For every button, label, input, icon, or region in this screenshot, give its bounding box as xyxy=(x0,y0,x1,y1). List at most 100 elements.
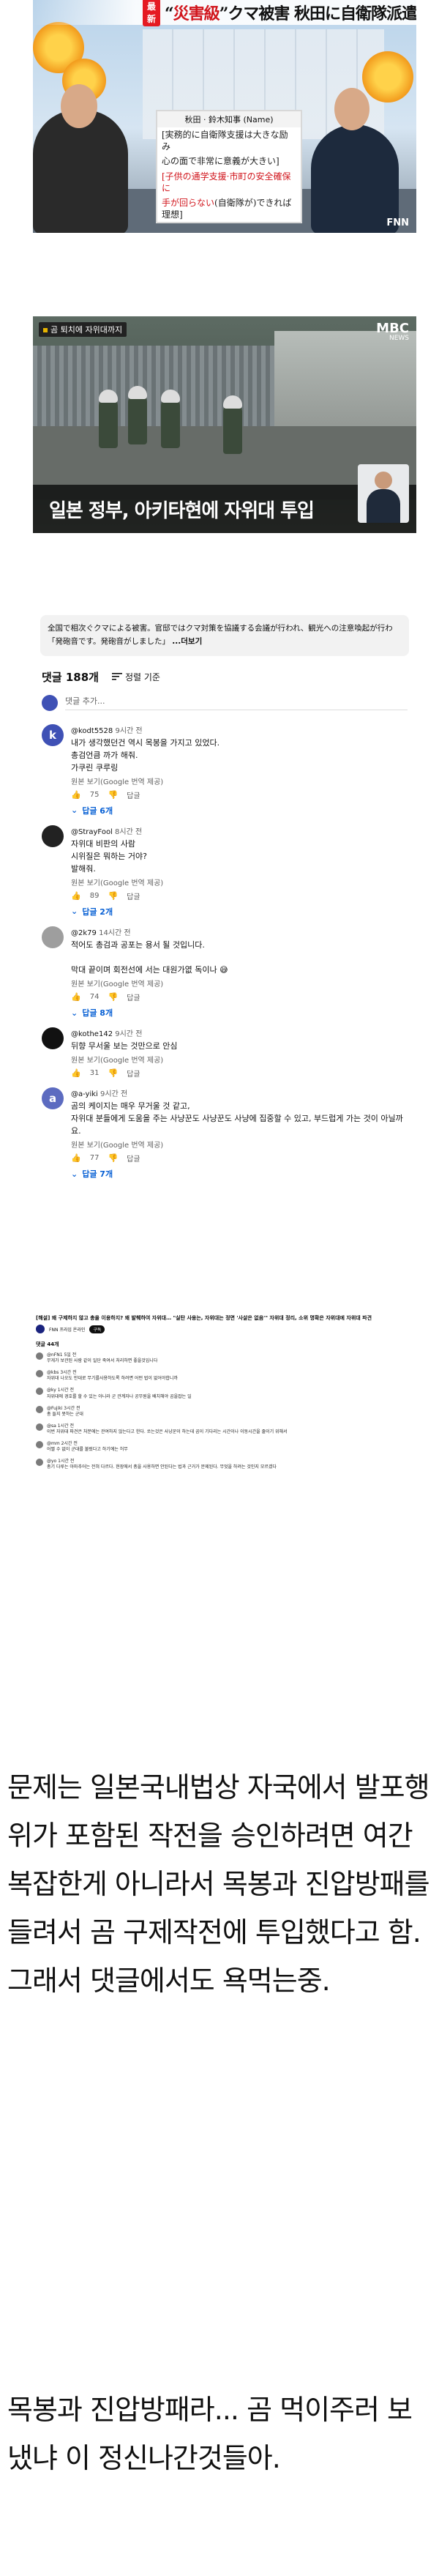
comment-actions: 👍 89 👎 답글 xyxy=(71,890,408,901)
chevron-down-icon: ⌄ xyxy=(71,805,78,816)
caption-line: [子供の通学支援·市町の安全確保に xyxy=(162,171,291,193)
avatar[interactable] xyxy=(42,824,64,847)
topic-tag: 곰 퇴치에 자위대까지 xyxy=(39,322,127,337)
sign-language-interpreter xyxy=(358,464,409,523)
news-headline: “災害級”クマ被害 秋田に自衛隊派遣 xyxy=(165,4,416,23)
add-comment-row[interactable]: 댓글 추가... xyxy=(33,692,416,720)
thumbs-down-icon[interactable]: 👎 xyxy=(108,992,118,1002)
reply-button[interactable]: 답글 xyxy=(127,991,140,1002)
avatar[interactable] xyxy=(36,1459,43,1467)
reply-button[interactable]: 답글 xyxy=(127,890,140,901)
body-paragraph: 목봉과 진압방패라... 곰 먹이주러 보냈냐 이 정신나간것들아. xyxy=(7,2394,413,2474)
mini-comment-item: @nFN1 5일 전 무게가 보관된 사람 같이 일단 죽여서 처리하면 좋을것… xyxy=(33,1350,416,1367)
sort-button[interactable]: 정렬 기준 xyxy=(111,671,160,683)
comment-author[interactable]: @StrayFool xyxy=(71,828,113,836)
mini-comment-item: @yo 1시간 전 총기 다루는 아마추어는 전혀 다르다. 현장에서 총을 사… xyxy=(33,1456,416,1473)
like-count: 31 xyxy=(89,1069,100,1078)
like-count: 77 xyxy=(89,1154,100,1163)
avatar[interactable]: k xyxy=(42,723,64,746)
view-original-link[interactable]: 원본 보기(Google 번역 제공) xyxy=(71,978,408,989)
news-screenshot-fnn: 最新 “災害級”クマ被害 秋田に自衛隊派遣 秋田 · 鈴木知事 (Name) [… xyxy=(33,0,416,233)
comment-author[interactable]: @2k79 xyxy=(71,929,97,937)
comment-list: k @kodt5528 9시간 전 내가 생각했던건 역시 목봉을 가지고 있었다.… xyxy=(33,720,416,1185)
thumbs-down-icon[interactable]: 👎 xyxy=(108,790,118,800)
reply-button[interactable]: 답글 xyxy=(127,1068,140,1079)
thumbs-up-icon[interactable]: 👍 xyxy=(71,1068,81,1078)
video-description[interactable]: 全国で相次ぐクマによる被害。官邸ではクマ対策を協議する会議が行われ、観光への注意… xyxy=(40,615,409,656)
news-screenshot-mbc: 곰 퇴치에 자위대까지 MBC NEWS 일본 정부, 아키타현에 자위대 투입 xyxy=(33,316,416,533)
thumbs-up-icon[interactable]: 👍 xyxy=(71,1153,81,1163)
mini-comment-list: @nFN1 5일 전 무게가 보관된 사람 같이 일단 죽여서 처리하면 좋을것… xyxy=(33,1350,416,1473)
comment-count: 댓글 44개 xyxy=(36,1341,59,1348)
chevron-down-icon: ⌄ xyxy=(71,907,78,917)
comment-author[interactable]: @a-yiki xyxy=(71,1090,98,1098)
youtube-page-screenshot: [해설] 왜 구제하지 않고 총을 이용하지? 왜 발췌하여 자위대… "실탄 … xyxy=(33,1312,416,1664)
reply-button[interactable]: 답글 xyxy=(127,1153,140,1164)
building-wall xyxy=(274,331,416,441)
avatar[interactable] xyxy=(36,1423,43,1431)
mini-comment-item: @Fujiki 3시간 전 총 들지 못하는 군대 xyxy=(33,1403,416,1421)
comment-text: 적어도 총검과 공포는 용서 될 것입니다. 막대 끝이며 회전선에 서는 대원… xyxy=(71,939,228,975)
comment-text: 자위대 비판의 사람 시위질은 뭐하는 거야? 발해줘. xyxy=(71,838,147,874)
comment-text: @yo 1시간 전 총기 다루는 아마추어는 전혀 다르다. 현장에서 총을 사… xyxy=(47,1459,277,1470)
reply-button[interactable]: 답글 xyxy=(127,789,140,800)
comment-author[interactable]: @kodt5528 xyxy=(71,727,113,735)
view-original-link[interactable]: 원본 보기(Google 번역 제공) xyxy=(71,876,408,887)
subscribe-button[interactable]: 구독 xyxy=(89,1325,105,1333)
latest-badge: 最新 xyxy=(143,0,161,26)
thumbs-down-icon[interactable]: 👎 xyxy=(108,891,118,901)
add-comment-input[interactable]: 댓글 추가... xyxy=(65,695,408,711)
comment-time: 8시간 전 xyxy=(115,827,143,836)
more-link[interactable]: ...더보기 xyxy=(172,637,202,646)
thumbs-up-icon[interactable]: 👍 xyxy=(71,891,81,901)
video-title: [해설] 왜 구제하지 않고 총을 이용하지? 왜 발췌하여 자위대… "실탄 … xyxy=(36,1315,372,1321)
chevron-down-icon: ⌄ xyxy=(71,1169,78,1179)
comment-item: w@westswind 5시간 전목봉을 들고 분출했다 www 그런 아니야 … xyxy=(33,1184,416,1185)
channel-name[interactable]: FNN 프라임 온라인 xyxy=(49,1326,85,1333)
comment-text: @Fujiki 3시간 전 총 들지 못하는 군대 xyxy=(47,1405,83,1417)
comment-item: k @kodt5528 9시간 전 내가 생각했던건 역시 목봉을 가지고 있었다.… xyxy=(33,720,416,821)
view-original-link[interactable]: 원본 보기(Google 번역 제공) xyxy=(71,1139,408,1150)
caption-line: [実務的に自衛隊支援は大きな励み xyxy=(162,130,288,152)
thumbs-down-icon[interactable]: 👎 xyxy=(108,1153,118,1163)
chevron-down-icon: ⌄ xyxy=(71,1008,78,1018)
replies-toggle[interactable]: ⌄ 답글 6개 xyxy=(71,805,408,816)
avatar[interactable] xyxy=(36,1388,43,1396)
quote-caption: 秋田 · 鈴木知事 (Name) [実務的に自衛隊支援は大きな励み 心の面で非常… xyxy=(156,110,302,224)
caption-line: 手が回らない(自衛隊が)できれば理想] xyxy=(162,197,292,220)
flower-decoration xyxy=(362,51,413,103)
avatar[interactable] xyxy=(36,1405,43,1413)
comments-header: 댓글 188개 정렬 기준 xyxy=(33,656,416,692)
guest-person xyxy=(33,110,128,233)
comment-item: @kothe142 9시간 전 뒤향 무서울 보는 것만으로 안심 원본 보기(Go… xyxy=(33,1023,416,1083)
view-original-link[interactable]: 원본 보기(Google 번역 제공) xyxy=(71,1054,408,1065)
guest-head xyxy=(61,84,97,128)
soldier-figure xyxy=(128,393,147,444)
comment-text: @nFN1 5일 전 무게가 보관된 사람 같이 일단 죽여서 처리하면 좋을것… xyxy=(47,1352,158,1364)
thumbs-up-icon[interactable]: 👍 xyxy=(71,992,81,1002)
anchor-person xyxy=(311,124,399,233)
avatar[interactable] xyxy=(36,1352,43,1360)
avatar[interactable] xyxy=(42,1027,64,1050)
comment-meta: @a-yiki 9시간 전 xyxy=(71,1087,408,1098)
replies-toggle[interactable]: ⌄ 답글 7개 xyxy=(71,1168,408,1180)
avatar[interactable] xyxy=(42,926,64,948)
comment-actions: 👍 31 👎 답글 xyxy=(71,1068,408,1079)
avatar[interactable] xyxy=(36,1370,43,1378)
thumbs-up-icon[interactable]: 👍 xyxy=(71,790,81,800)
comment-text: @sa 1시간 전 이번 자위대 파견은 처분에는 관여하지 않는다고 한다. … xyxy=(47,1423,288,1434)
thumbs-down-icon[interactable]: 👎 xyxy=(108,1068,118,1078)
avatar[interactable]: a xyxy=(42,1087,64,1110)
comment-actions: 👍 75 👎 답글 xyxy=(71,789,408,800)
comment-actions: 👍 74 👎 답글 xyxy=(71,991,408,1002)
view-original-link[interactable]: 원본 보기(Google 번역 제공) xyxy=(71,775,408,786)
description-line: 「発砲音です。発砲音がしました」 ...더보기 xyxy=(48,636,203,646)
replies-toggle[interactable]: ⌄ 답글 2개 xyxy=(71,906,408,917)
avatar[interactable] xyxy=(36,1441,43,1449)
soldier-figure xyxy=(161,397,180,448)
comment-meta: @StrayFool 8시간 전 xyxy=(71,825,408,836)
replies-toggle[interactable]: ⌄ 답글 8개 xyxy=(71,1007,408,1019)
like-count: 75 xyxy=(89,790,100,799)
comment-author[interactable]: @kothe142 xyxy=(71,1030,113,1038)
mbc-logo: MBC NEWS xyxy=(376,321,409,342)
